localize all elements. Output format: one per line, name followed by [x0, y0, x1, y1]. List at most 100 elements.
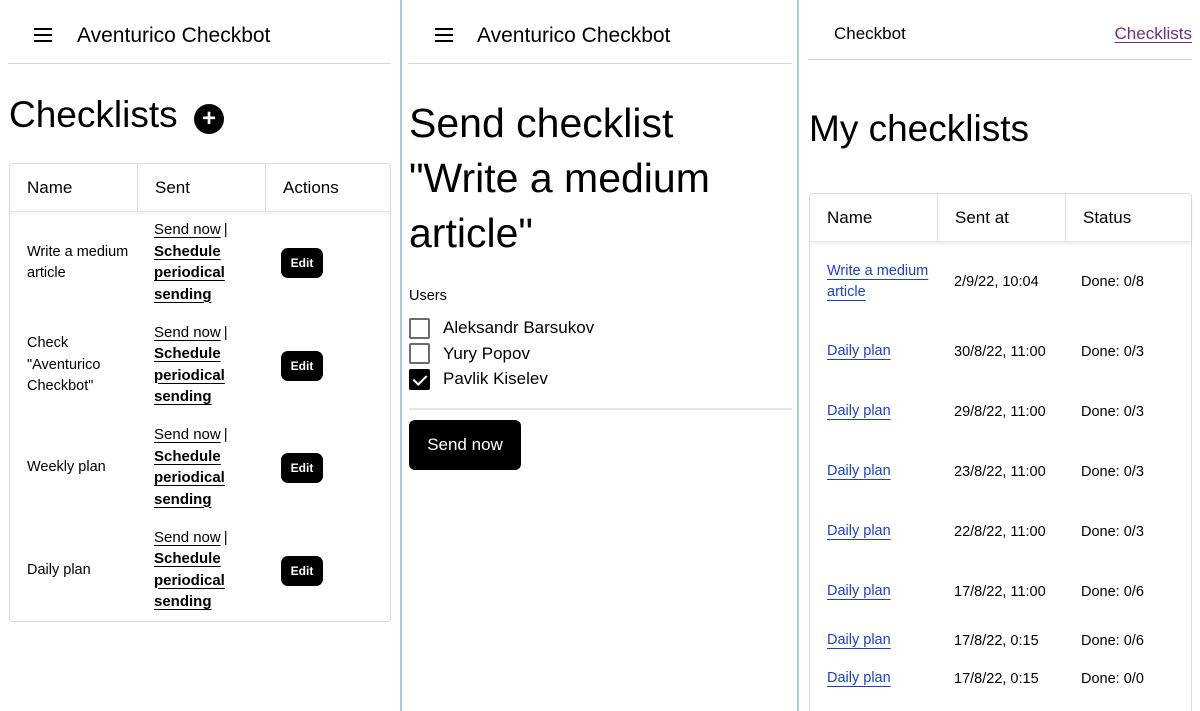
sent-cell: Send now | Schedule periodical sending — [154, 424, 266, 510]
status-cell: Done: 0/8 — [1081, 273, 1144, 290]
name-cell: Daily plan — [827, 660, 937, 698]
schedule-periodical-sending-link[interactable]: Schedule periodical sending — [154, 345, 225, 405]
checklist-link[interactable]: Daily plan — [827, 630, 891, 652]
table-row: Daily plan 22/8/22, 11:00 Done: 0/3 — [810, 502, 1191, 562]
name-cell: Daily plan — [827, 382, 937, 442]
history-table: Name Sent at Status Write a medium artic… — [809, 193, 1192, 711]
send-now-link[interactable]: Send now — [154, 221, 221, 238]
send-checklist-screen: Aventurico Checkbot Send checklist "Writ… — [402, 0, 797, 711]
name-cell: Daily plan — [827, 442, 937, 502]
sent-at-cell: 23/8/22, 11:00 — [954, 463, 1046, 480]
plus-icon: + — [201, 105, 216, 132]
table-header: Name Sent Actions — [10, 164, 390, 212]
status-cell: Done: 0/6 — [1081, 583, 1144, 600]
link-separator: | — [223, 221, 228, 238]
table-row: Daily plan 17/8/22, 0:15 Done: 0/6 — [810, 622, 1191, 660]
checklist-link[interactable]: Daily plan — [827, 581, 891, 603]
checklist-link[interactable]: Daily plan — [827, 668, 891, 690]
schedule-periodical-sending-link[interactable]: Schedule periodical sending — [154, 243, 225, 303]
sent-at-cell: 17/8/22, 11:00 — [954, 583, 1046, 600]
send-now-button[interactable]: Send now — [409, 420, 521, 470]
add-checklist-button[interactable]: + — [194, 104, 224, 134]
divider — [409, 408, 792, 410]
sent-at-cell: 17/8/22, 0:15 — [954, 670, 1039, 687]
send-now-link[interactable]: Send now — [154, 426, 221, 443]
sent-at-cell: 2/9/22, 10:04 — [954, 273, 1039, 290]
user-option[interactable]: Pavlik Kiselev — [409, 367, 548, 391]
page-title: Send checklist "Write a medium article" — [409, 100, 710, 256]
user-name: Aleksandr Barsukov — [443, 318, 595, 337]
checklist-link[interactable]: Write a medium article — [827, 261, 937, 304]
column-header-sent-at: Sent at — [937, 194, 1065, 242]
user-checkbox[interactable] — [409, 317, 430, 339]
status-cell: Done: 0/3 — [1081, 403, 1144, 420]
status-cell: Done: 0/3 — [1081, 463, 1144, 480]
user-name: Yury Popov — [443, 343, 530, 363]
top-nav: Checkbot Checklists — [808, 0, 1192, 60]
hamburger-menu-icon[interactable] — [435, 28, 453, 44]
table-row: Daily plan 29/8/22, 11:00 Done: 0/3 — [810, 382, 1191, 442]
table-header: Name Sent at Status — [810, 194, 1191, 242]
table-row: Daily plan 17/8/22, 0:15 Done: 0/0 — [810, 660, 1191, 698]
nav-link-checklists[interactable]: Checklists — [1115, 24, 1192, 44]
checklists-table: Name Sent Actions Write a medium article… — [9, 163, 391, 622]
schedule-periodical-sending-link[interactable]: Schedule periodical sending — [154, 550, 225, 610]
checklists-screen: Aventurico Checkbot Checklists + Name Se… — [0, 0, 400, 711]
edit-button[interactable]: Edit — [281, 555, 323, 586]
column-header-sent: Sent — [137, 164, 265, 212]
sent-at-cell: 29/8/22, 11:00 — [954, 403, 1046, 420]
name-cell: Daily plan — [827, 562, 937, 622]
sent-cell: Send now | Schedule periodical sending — [154, 527, 266, 613]
nav-brand[interactable]: Checkbot — [834, 24, 906, 44]
schedule-periodical-sending-link[interactable]: Schedule periodical sending — [154, 448, 225, 508]
name-cell: Daily plan — [827, 622, 937, 660]
column-header-name: Name — [27, 178, 73, 197]
column-header-name: Name — [827, 208, 873, 227]
app-bar: Aventurico Checkbot — [408, 0, 792, 64]
name-cell: Daily plan — [827, 322, 937, 382]
column-header-actions: Actions — [265, 164, 391, 212]
user-checkbox[interactable] — [409, 343, 430, 364]
name-cell: Write a medium article — [827, 242, 937, 322]
table-row: Daily plan Send now | Schedule periodical s… — [10, 520, 390, 622]
table-row: Weekly plan Send now | Schedule periodical … — [10, 417, 390, 519]
status-cell: Done: 0/6 — [1081, 632, 1144, 649]
sent-cell: Send now | Schedule periodical sending — [154, 322, 266, 408]
checklist-link[interactable]: Daily plan — [827, 401, 891, 423]
user-option[interactable]: Aleksandr Barsukov — [409, 316, 594, 340]
app-bar: Aventurico Checkbot — [8, 0, 391, 64]
table-row: Daily plan 23/8/22, 11:00 Done: 0/3 — [810, 442, 1191, 502]
checklist-link[interactable]: Daily plan — [827, 521, 891, 543]
link-separator: | — [223, 528, 228, 546]
sent-at-cell: 30/8/22, 11:00 — [954, 343, 1046, 360]
my-checklists-screen: Checkbot Checklists My checklists Name S… — [799, 0, 1200, 711]
status-cell: Done: 0/0 — [1081, 670, 1144, 687]
link-separator: | — [223, 426, 228, 443]
users-label: Users — [409, 288, 447, 304]
page-title: Checklists — [9, 94, 178, 135]
sent-cell: Send now | Schedule periodical sending — [154, 219, 266, 305]
edit-button[interactable]: Edit — [281, 350, 323, 381]
edit-button[interactable]: Edit — [281, 248, 323, 278]
sent-at-cell: 17/8/22, 0:15 — [954, 632, 1039, 649]
edit-button[interactable]: Edit — [281, 453, 323, 483]
checklist-name: Weekly plan — [27, 459, 106, 476]
send-now-link[interactable]: Send now — [154, 324, 221, 341]
checklist-name: Write a medium article — [27, 243, 129, 282]
column-header-status: Status — [1065, 194, 1193, 242]
sent-at-cell: 22/8/22, 11:00 — [954, 523, 1046, 540]
checklist-link[interactable]: Daily plan — [827, 461, 891, 483]
checklist-name: Check "Aventurico Checkbot" — [27, 335, 101, 395]
checklist-link[interactable]: Daily plan — [827, 341, 891, 363]
page-title: My checklists — [809, 108, 1029, 149]
app-title: Aventurico Checkbot — [77, 24, 271, 47]
user-checkbox[interactable] — [409, 368, 430, 390]
checklist-name: Daily plan — [27, 561, 91, 578]
user-option[interactable]: Yury Popov — [409, 342, 530, 366]
table-row: Daily plan 30/8/22, 11:00 Done: 0/3 — [810, 322, 1191, 382]
user-name: Pavlik Kiselev — [443, 369, 548, 388]
send-now-link[interactable]: Send now — [154, 529, 221, 546]
status-cell: Done: 0/3 — [1081, 523, 1144, 540]
name-cell: Daily plan — [827, 502, 937, 562]
hamburger-menu-icon[interactable] — [34, 28, 52, 44]
